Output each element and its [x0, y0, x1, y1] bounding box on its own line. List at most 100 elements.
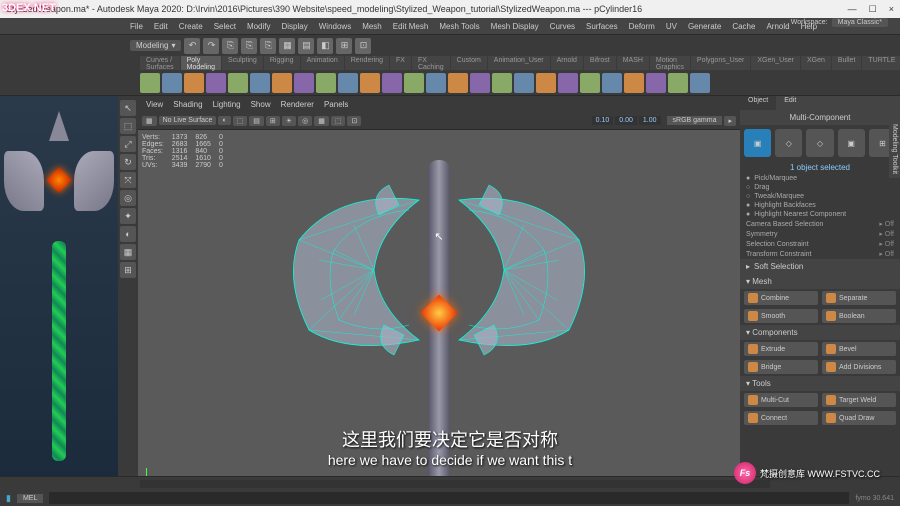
option-row[interactable]: Camera Based Selection▸ Off: [740, 219, 900, 229]
shelf-icon[interactable]: [140, 73, 160, 93]
edge-mode-button[interactable]: ◇: [806, 129, 833, 157]
vp-icon[interactable]: ⊡: [347, 116, 361, 126]
menu-edit-mesh[interactable]: Edit Mesh: [393, 22, 429, 31]
tool-button[interactable]: ⤢: [120, 136, 136, 152]
shelf-icon[interactable]: [404, 73, 424, 93]
tool-bridge[interactable]: Bridge: [744, 360, 818, 374]
vp-icon[interactable]: ◎: [298, 116, 312, 126]
tool-connect[interactable]: Connect: [744, 411, 818, 425]
pick-mode-option[interactable]: ○ Tweak/Marquee: [740, 192, 900, 201]
live-surface-dropdown[interactable]: No Live Surface: [159, 116, 217, 125]
vp-icon[interactable]: ▸: [724, 116, 736, 126]
shelf-icon[interactable]: [492, 73, 512, 93]
shelf-icon[interactable]: [162, 73, 182, 93]
vp-num[interactable]: 0.00: [615, 116, 637, 125]
object-mode-button[interactable]: ▣: [744, 129, 771, 157]
tool-target-weld[interactable]: Target Weld: [822, 393, 896, 407]
option-row[interactable]: Selection Constraint▸ Off: [740, 239, 900, 249]
tool-combine[interactable]: Combine: [744, 291, 818, 305]
tool-button[interactable]: ◎: [120, 190, 136, 206]
shelf-tab[interactable]: XGen: [801, 56, 831, 70]
shelf-tab[interactable]: Bullet: [832, 56, 862, 70]
modeling-toolkit-tab[interactable]: Modeling Toolkit: [889, 120, 900, 178]
vp-icon[interactable]: ▤: [249, 116, 264, 126]
menu-arnold[interactable]: Arnold: [766, 22, 789, 31]
vp-icon[interactable]: ⬚: [331, 116, 346, 126]
shelf-tab[interactable]: FX Caching: [412, 56, 450, 70]
shelf-tab[interactable]: XGen_User: [751, 56, 800, 70]
vp-icon[interactable]: ⬚: [233, 116, 248, 126]
window-maximize-button[interactable]: ☐: [869, 4, 877, 15]
tool-button[interactable]: ⬚: [120, 118, 136, 134]
status-icon[interactable]: ⎘: [241, 38, 257, 54]
shelf-icon[interactable]: [272, 73, 292, 93]
status-icon[interactable]: ⊡: [355, 38, 371, 54]
window-minimize-button[interactable]: —: [848, 4, 857, 15]
pick-mode-option[interactable]: ● Highlight Nearest Component: [740, 210, 900, 219]
shelf-tab[interactable]: Curves / Surfaces: [140, 56, 180, 70]
menu-mesh-display[interactable]: Mesh Display: [491, 22, 539, 31]
mel-label[interactable]: MEL: [17, 494, 43, 503]
tool-boolean[interactable]: Boolean: [822, 309, 896, 323]
vp-icon[interactable]: ◐: [218, 116, 230, 125]
shelf-tab[interactable]: TURTLE: [862, 56, 900, 70]
shelf-icon[interactable]: [558, 73, 578, 93]
shelf-icon[interactable]: [668, 73, 688, 93]
shelf-icon[interactable]: [580, 73, 600, 93]
status-icon[interactable]: ↷: [203, 38, 219, 54]
shelf-tab[interactable]: Arnold: [551, 56, 583, 70]
tool-add-divisions[interactable]: Add Divisions: [822, 360, 896, 374]
vp-menu-show[interactable]: Show: [251, 100, 271, 109]
status-icon[interactable]: ▤: [298, 38, 314, 54]
shelf-icon[interactable]: [382, 73, 402, 93]
shelf-icon[interactable]: [470, 73, 490, 93]
option-row[interactable]: Transform Constraint▸ Off: [740, 249, 900, 259]
vp-icon[interactable]: ▦: [314, 116, 329, 126]
tool-button[interactable]: ◐: [120, 226, 136, 242]
tool-separate[interactable]: Separate: [822, 291, 896, 305]
shelf-tab[interactable]: Polygons_User: [691, 56, 750, 70]
status-icon[interactable]: ⊞: [336, 38, 352, 54]
menu-create[interactable]: Create: [179, 22, 203, 31]
menu-generate[interactable]: Generate: [688, 22, 721, 31]
vp-icon[interactable]: ▦: [142, 116, 157, 126]
shelf-tab[interactable]: Bifrost: [584, 56, 616, 70]
menu-deform[interactable]: Deform: [629, 22, 655, 31]
shelf-icon[interactable]: [250, 73, 270, 93]
shelf-icon[interactable]: [514, 73, 534, 93]
menu-surfaces[interactable]: Surfaces: [586, 22, 618, 31]
section-header[interactable]: ▾ Tools: [740, 376, 900, 391]
tool-button[interactable]: ↖: [120, 100, 136, 116]
shelf-icon[interactable]: [624, 73, 644, 93]
pick-mode-option[interactable]: ● Highlight Backfaces: [740, 201, 900, 210]
shelf-icon[interactable]: [184, 73, 204, 93]
shelf-icon[interactable]: [228, 73, 248, 93]
pick-mode-option[interactable]: ● Pick/Marquee: [740, 174, 900, 183]
status-icon[interactable]: ⎘: [260, 38, 276, 54]
face-mode-button[interactable]: ▣: [838, 129, 865, 157]
vp-icon[interactable]: ⊞: [266, 116, 280, 126]
vp-menu-view[interactable]: View: [146, 100, 163, 109]
menu-cache[interactable]: Cache: [732, 22, 755, 31]
vp-menu-renderer[interactable]: Renderer: [281, 100, 314, 109]
menu-modify[interactable]: Modify: [247, 22, 271, 31]
menu-edit[interactable]: Edit: [154, 22, 168, 31]
shelf-icon[interactable]: [448, 73, 468, 93]
status-icon[interactable]: ▦: [279, 38, 295, 54]
shelf-tab[interactable]: MASH: [617, 56, 649, 70]
menu-display[interactable]: Display: [282, 22, 308, 31]
tool-button[interactable]: ▦: [120, 244, 136, 260]
vp-num[interactable]: 1.00: [639, 116, 661, 125]
shelf-tab[interactable]: Sculpting: [222, 56, 263, 70]
shelf-icon[interactable]: [316, 73, 336, 93]
tab-object[interactable]: Object: [740, 96, 776, 110]
shelf-tab[interactable]: Custom: [451, 56, 487, 70]
shelf-tab[interactable]: Rendering: [345, 56, 389, 70]
shelf-icon[interactable]: [536, 73, 556, 93]
command-input[interactable]: [49, 492, 849, 504]
tool-bevel[interactable]: Bevel: [822, 342, 896, 356]
status-icon[interactable]: ↶: [184, 38, 200, 54]
section-header[interactable]: ▾ Components: [740, 325, 900, 340]
menu-mesh-tools[interactable]: Mesh Tools: [439, 22, 479, 31]
mode-dropdown[interactable]: Modeling ▾: [130, 40, 181, 51]
